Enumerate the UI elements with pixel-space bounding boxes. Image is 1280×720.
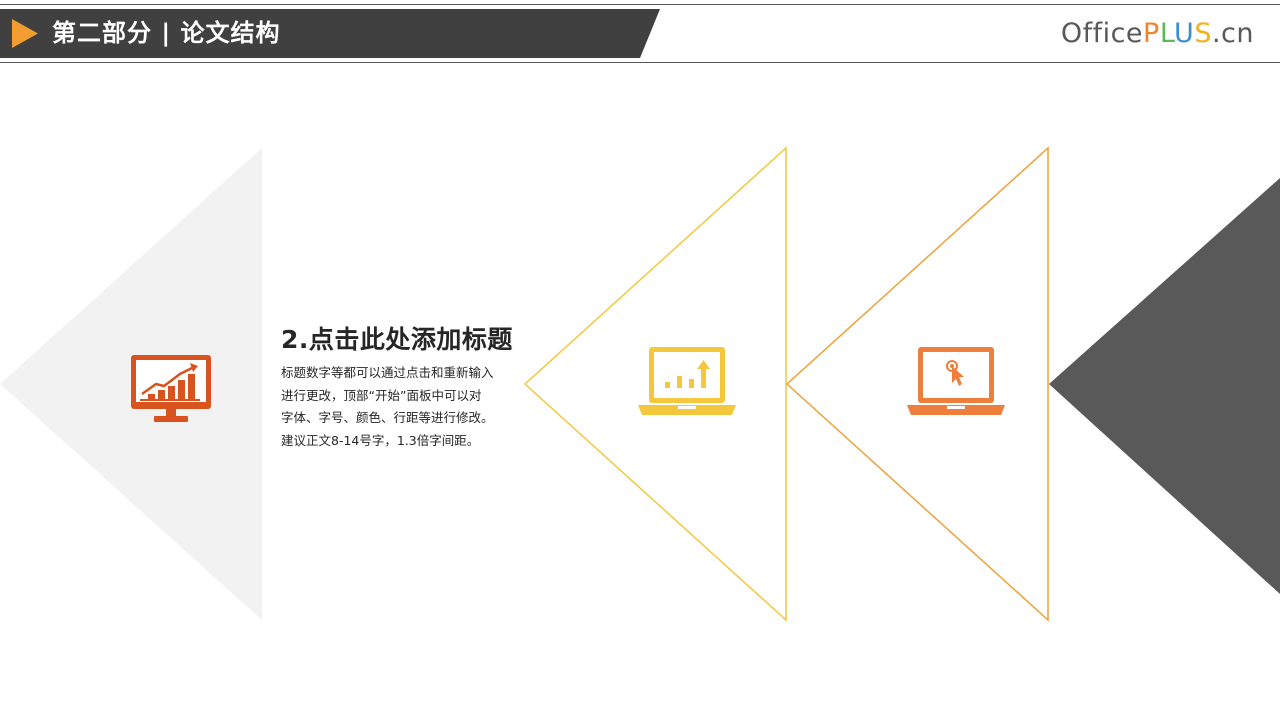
content-body: 标题数字等都可以通过点击和重新输入 进行更改，顶部“开始”面板中可以对 字体、字… (281, 362, 531, 452)
dark-triangle (1049, 178, 1280, 594)
body-line: 进行更改，顶部“开始”面板中可以对 (281, 387, 482, 403)
body-line: 字体、字号、颜色、行距等进行修改。 (281, 410, 494, 425)
body-line: 建议正文8-14号字，1.3倍字间距。 (281, 432, 480, 448)
body-line: 标题数字等都可以通过点击和重新输入 (281, 365, 494, 380)
laptop-cursor-icon (907, 347, 1005, 415)
monitor-chart-icon (131, 355, 211, 422)
laptop-chart-icon (638, 347, 736, 415)
content-heading: 2.点击此处添加标题 (281, 325, 513, 354)
